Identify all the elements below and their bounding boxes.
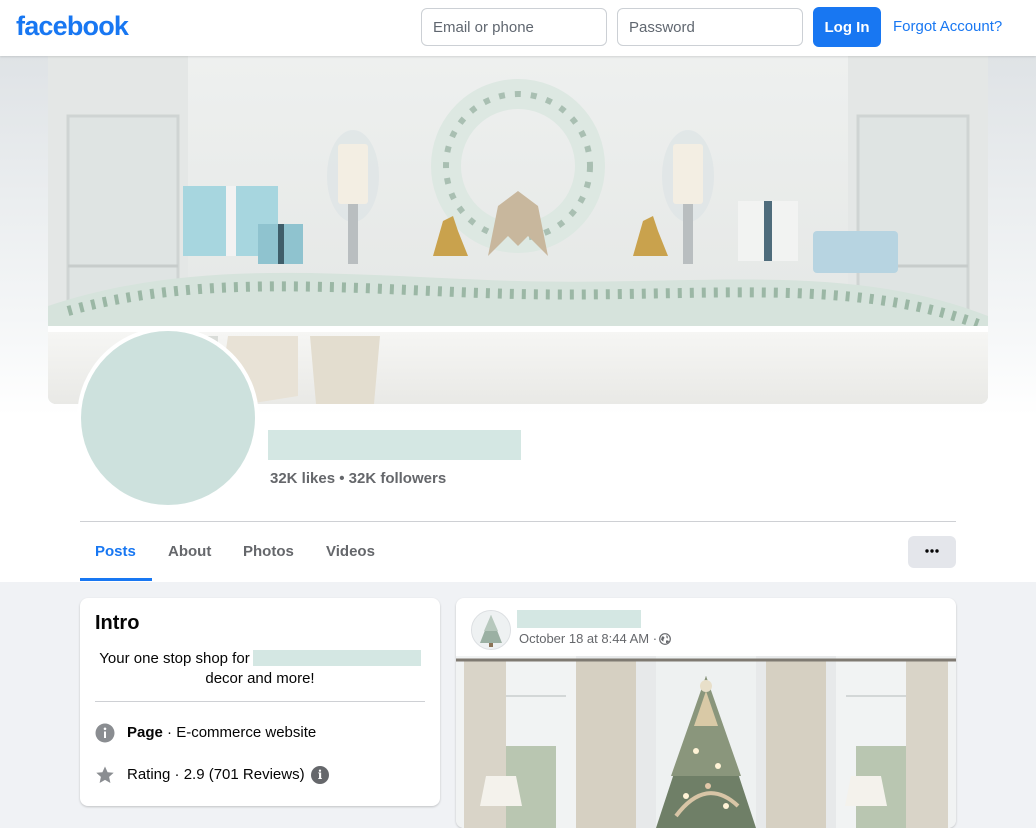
tab-about[interactable]: About — [168, 534, 211, 574]
header-divider — [80, 521, 956, 522]
star-icon — [96, 766, 114, 783]
page-name-redacted[interactable] — [268, 430, 521, 460]
intro-title: Intro — [95, 612, 140, 634]
bio-redacted-block — [252, 650, 421, 666]
top-navigation-bar: facebook Log In Forgot Account? — [0, 0, 1036, 56]
tab-posts[interactable]: Posts — [95, 534, 136, 574]
meta-separator: · — [649, 631, 658, 646]
bio-suffix: decor and more! — [205, 670, 315, 687]
post-card: October 18 at 8:44 AM · — [456, 598, 956, 828]
login-button[interactable]: Log In — [813, 7, 881, 47]
likes-followers-count[interactable]: 32K likes • 32K followers — [270, 470, 446, 487]
more-horizontal-icon — [925, 549, 939, 553]
post-image[interactable] — [456, 656, 956, 828]
rating-text: Rating · 2.9 (701 Reviews) — [127, 766, 305, 783]
globe-icon[interactable] — [659, 633, 671, 645]
facebook-logo[interactable]: facebook — [16, 11, 129, 42]
post-timestamp[interactable]: October 18 at 8:44 AM — [519, 631, 649, 646]
page-label: Page — [127, 724, 163, 741]
more-options-button[interactable] — [908, 536, 956, 568]
forgot-account-link[interactable]: Forgot Account? — [893, 18, 1002, 35]
bio-prefix: Your one stop shop for — [99, 650, 250, 667]
profile-picture[interactable] — [81, 331, 255, 505]
page-category: · E-commerce website — [162, 724, 317, 741]
post-author-avatar[interactable] — [471, 610, 511, 650]
password-field[interactable] — [617, 8, 803, 46]
tab-photos[interactable]: Photos — [243, 534, 294, 574]
tab-videos[interactable]: Videos — [326, 534, 375, 574]
bio-text-line: Your one stop shop for — [80, 650, 440, 667]
rating-info-icon[interactable]: i — [311, 766, 329, 784]
email-field[interactable] — [421, 8, 607, 46]
intro-divider — [95, 701, 425, 702]
post-author-name-redacted[interactable] — [517, 610, 641, 628]
page-category-row: Page · E-commerce website — [95, 722, 425, 744]
active-tab-indicator — [80, 578, 152, 581]
info-icon — [95, 723, 115, 743]
intro-card: Intro Your one stop shop for decor and m… — [80, 598, 440, 806]
post-meta: October 18 at 8:44 AM · — [519, 631, 657, 646]
rating-row: Rating · 2.9 (701 Reviews) i — [95, 764, 425, 786]
